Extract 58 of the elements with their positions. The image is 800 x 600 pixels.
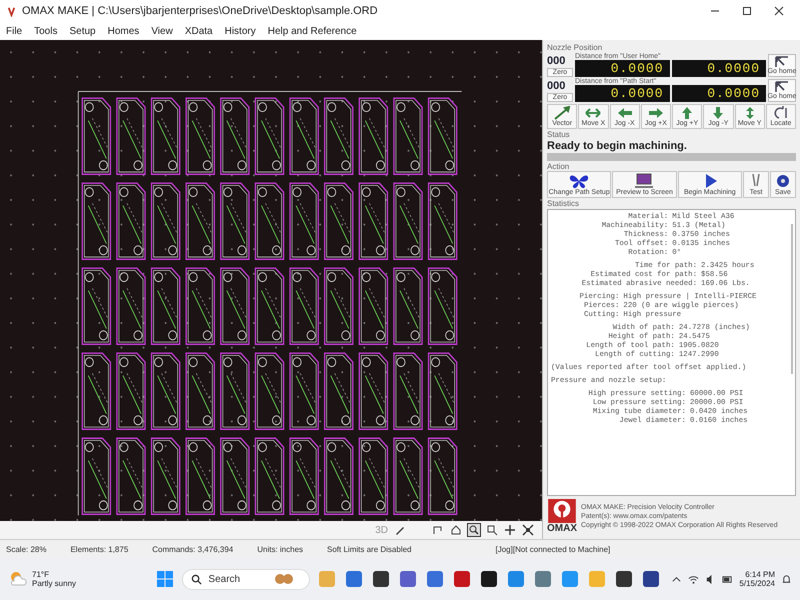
status-text: Commands: 3,476,394 <box>152 544 234 554</box>
menu-item[interactable]: Setup <box>69 26 96 36</box>
search-input[interactable]: Search <box>206 572 270 586</box>
temperature-text: 71°F <box>32 570 50 579</box>
counter-display[interactable]: 000 <box>547 79 573 93</box>
menu-item[interactable]: Tools <box>34 26 58 36</box>
clock-date[interactable]: 5/15/2024 <box>739 579 775 588</box>
window-title: OMAX MAKE | C:\Users\jbarjenterprises\OneDrive\Desktop\sample.ORD <box>22 5 379 17</box>
menu-item[interactable]: Homes <box>108 26 140 36</box>
y-readout: 0.0000 <box>672 60 766 77</box>
start-icon[interactable] <box>155 569 176 589</box>
clock-time[interactable]: 6:14 PM <box>745 570 775 579</box>
logo-icon <box>547 499 577 523</box>
menu-item[interactable]: History <box>224 26 256 36</box>
weather-text: Partly sunny <box>32 579 76 588</box>
section-label: Action <box>547 162 570 171</box>
scrollbar[interactable] <box>791 224 793 374</box>
app-icon[interactable] <box>641 569 662 589</box>
maximize-icon[interactable] <box>742 6 752 16</box>
status-text: [Jog][Not connected to Machine] <box>496 544 610 554</box>
corner-arrow-icon <box>774 81 790 93</box>
app-logo-icon <box>6 6 17 16</box>
status-text: Soft Limits are Disabled <box>327 544 412 554</box>
section-label: Statistics <box>547 199 580 208</box>
section-label: Status <box>547 130 571 139</box>
x-readout: 0.0000 <box>575 85 670 102</box>
corner-arrow-icon <box>774 56 790 68</box>
search-field[interactable]: Search <box>182 568 310 590</box>
menu-item[interactable]: XData <box>184 26 213 36</box>
move-icon[interactable] <box>504 524 516 536</box>
menu-item[interactable]: Help and Reference <box>268 26 357 36</box>
menu-item[interactable]: File <box>6 26 22 36</box>
y-readout: 0.0000 <box>672 85 766 102</box>
app-icon[interactable] <box>371 569 392 589</box>
app-icon[interactable] <box>479 569 500 589</box>
close-icon[interactable] <box>774 6 784 16</box>
counter-display[interactable]: 000 <box>547 54 573 68</box>
app-icon[interactable] <box>614 569 634 589</box>
search-icon <box>191 574 202 584</box>
menu-item[interactable]: View <box>151 26 173 36</box>
double-arrow-icon <box>583 106 604 120</box>
bell-icon[interactable] <box>781 574 792 584</box>
zoom-icon[interactable] <box>468 524 480 536</box>
status-message: Ready to begin machining. <box>547 140 688 152</box>
pen-icon[interactable] <box>394 524 406 536</box>
home-icon[interactable] <box>450 524 462 536</box>
battery-icon[interactable] <box>722 574 734 584</box>
diagonal-arrow-icon <box>552 106 572 120</box>
fit-icon[interactable] <box>522 524 534 536</box>
section-label: Nozzle Position <box>547 43 604 52</box>
x-readout: 0.0000 <box>575 60 670 77</box>
status-text: Units: inches <box>257 544 304 554</box>
status-text: Scale: 28% <box>6 544 46 554</box>
cookie-icon[interactable] <box>274 573 294 585</box>
status-text: Elements: 1,875 <box>70 544 128 554</box>
logo-text: OMAX <box>547 523 577 534</box>
wifi-icon[interactable] <box>688 574 700 584</box>
zoom-box-icon[interactable] <box>486 524 498 536</box>
